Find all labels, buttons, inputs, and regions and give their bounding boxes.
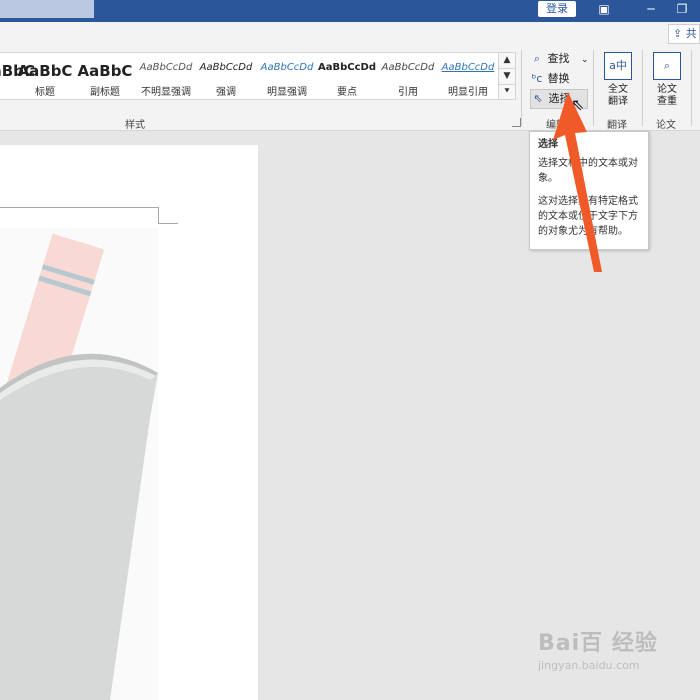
dialog-launcher-icon[interactable] <box>512 118 521 127</box>
document-title-tab[interactable] <box>0 0 94 18</box>
select-label: 选择 <box>548 92 571 105</box>
restore-icon[interactable]: ❐ <box>668 0 696 18</box>
style-name: 明显强调 <box>267 87 307 98</box>
ribbon-display-icon[interactable]: ▣ <box>590 0 618 18</box>
group-divider <box>691 50 692 126</box>
style-name: 引用 <box>398 87 418 98</box>
style-item-subtle-emphasis[interactable]: AaBbCcDd 不明显强调 <box>136 53 196 99</box>
scroll-down-icon[interactable]: ▼ <box>499 69 515 85</box>
translate-label-line2: 翻译 <box>608 96 628 107</box>
paper-label-line1: 论文 <box>657 84 677 95</box>
full-text-translate-button[interactable]: a中 全文 翻译 <box>598 52 638 108</box>
watermark-url: jingyan.baidu.com <box>538 659 640 672</box>
style-sample: AaBbCcDd <box>199 62 253 73</box>
style-item-subtitle[interactable]: AaBbC 副标题 <box>75 53 135 99</box>
scroll-up-icon[interactable]: ▲ <box>499 53 515 69</box>
style-name: 明显引用 <box>448 87 488 98</box>
share-label: 共 <box>685 27 697 40</box>
group-divider <box>642 50 643 126</box>
tab-bar <box>0 22 700 44</box>
document-page[interactable] <box>0 145 258 700</box>
find-button[interactable]: ⌕ 查找 ⌄ <box>530 50 589 68</box>
paper-check-button[interactable]: ⌕ 论文 查重 <box>647 52 687 108</box>
gallery-more-icon[interactable]: ⯆ <box>499 85 515 100</box>
tooltip-detail: 这对选择具有特定格式的文本或位于文字下方的对象尤为有帮助。 <box>538 196 638 237</box>
paper-group-label: 论文 <box>656 120 676 131</box>
share-button[interactable]: ⇪ 共 <box>668 24 700 44</box>
find-label: 查找 <box>547 52 570 65</box>
style-sample: AaBbC <box>0 62 35 80</box>
cup-illustration[interactable] <box>0 228 158 700</box>
style-item-strong[interactable]: AaBbCcDd 要点 <box>317 53 377 99</box>
style-name: 副标题 <box>90 87 120 98</box>
title-bar: 登录 ▣ ─ ❐ <box>0 0 700 22</box>
login-button[interactable]: 登录 <box>538 1 576 17</box>
style-item-intense-emphasis[interactable]: AaBbCcDd 明显强调 <box>257 53 317 99</box>
styles-group-label: 样式 <box>125 120 145 131</box>
style-name: 要点 <box>337 87 357 98</box>
mouse-cursor-icon: ⇖ <box>571 95 585 114</box>
search-icon: ⌕ <box>533 52 541 65</box>
paper-label-line2: 查重 <box>657 96 677 107</box>
watermark-logo: Bai百 经验 <box>538 631 658 656</box>
translate-label-line1: 全文 <box>608 84 628 95</box>
margin-marker <box>0 207 158 208</box>
replace-label: 替换 <box>547 72 570 85</box>
style-item-quote[interactable]: AaBbCcDd 引用 <box>378 53 438 99</box>
style-sample: AaBbC <box>77 62 133 80</box>
paper-check-icon: ⌕ <box>653 52 681 80</box>
style-sample: AaBbCcDd <box>441 62 495 73</box>
style-item-emphasis[interactable]: AaBbCcDd 强调 <box>196 53 256 99</box>
tooltip-description: 选择文档中的文本或对象。 <box>538 158 638 184</box>
group-divider <box>521 50 522 126</box>
gallery-scroll: ▲ ▼ ⯆ <box>498 52 516 100</box>
watermark: Bai百 经验 jingyan.baidu.com <box>538 625 658 672</box>
style-item-heading[interactable]: AaBbC 标题 <box>15 53 75 99</box>
margin-marker <box>158 207 159 223</box>
ribbon: AaBbC AaBbC 标题 AaBbC 副标题 AaBbCcDd 不明显强调 … <box>0 44 700 131</box>
group-divider <box>593 50 594 126</box>
minimize-icon[interactable]: ─ <box>637 0 665 18</box>
translate-icon: a中 <box>604 52 632 80</box>
style-name: 强调 <box>216 87 236 98</box>
tooltip-title: 选择 <box>538 139 558 150</box>
pointer-icon: ⇖ <box>533 92 543 105</box>
style-sample: AaBbC <box>17 62 73 80</box>
margin-marker <box>158 223 178 224</box>
style-name: 标题 <box>35 87 55 98</box>
style-sample: AaBbCcDd <box>260 62 314 73</box>
style-name: 不明显强调 <box>141 87 191 98</box>
translate-group-label: 翻译 <box>607 120 627 131</box>
style-item-intense-quote[interactable]: AaBbCcDd 明显引用 <box>438 53 498 99</box>
style-item-normal[interactable]: AaBbC <box>0 53 35 99</box>
select-tooltip: 选择 选择文档中的文本或对象。 这对选择具有特定格式的文本或位于文字下方的对象尤… <box>529 131 649 250</box>
style-sample: AaBbCcDd <box>381 62 435 73</box>
style-sample: AaBbCcDd <box>139 62 193 73</box>
replace-button[interactable]: ᵇc 替换 <box>530 70 570 88</box>
chevron-down-icon[interactable]: ⌄ <box>581 55 589 65</box>
editing-group-label: 编辑 <box>546 120 566 131</box>
style-gallery: AaBbC AaBbC 标题 AaBbC 副标题 AaBbCcDd 不明显强调 … <box>0 52 499 100</box>
style-sample: AaBbCcDd <box>318 62 376 73</box>
replace-icon: ᵇc <box>531 72 543 85</box>
